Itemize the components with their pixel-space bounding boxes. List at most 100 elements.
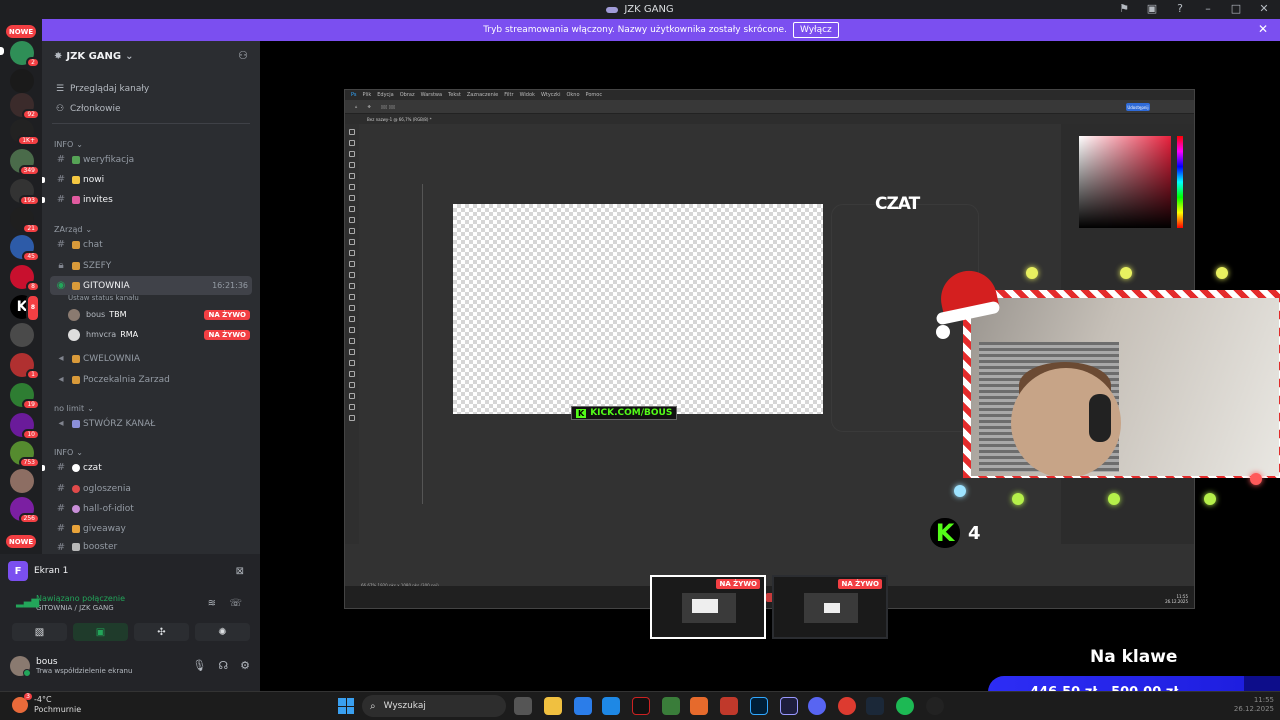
microphone-icon[interactable]: 🎙︎ (192, 659, 206, 672)
ps-menu-item[interactable]: Filtr (504, 92, 513, 98)
activities-button[interactable]: ✣ (134, 623, 189, 641)
tool-icon[interactable] (349, 393, 355, 399)
server-icon[interactable]: 92 (10, 93, 40, 120)
server-icon[interactable]: 19 (10, 383, 40, 410)
channel-poczekalnia[interactable]: ◂ Poczekalnia Zarzad (50, 370, 252, 389)
inbox-icon[interactable]: ▣ (1144, 2, 1160, 15)
tool-icon[interactable] (349, 184, 355, 190)
tool-icon[interactable] (349, 360, 355, 366)
ps-color-picker[interactable] (1079, 136, 1171, 228)
stream-view[interactable]: Ps Plik Edycja Obraz Warstwa Tekst Zazna… (260, 41, 1280, 708)
tool-icon[interactable] (349, 382, 355, 388)
screen-share-button[interactable]: ▣ (73, 623, 128, 641)
tool-icon[interactable] (349, 316, 355, 322)
disconnect-icon[interactable]: ☏ (229, 598, 242, 609)
move-tool-icon[interactable]: ✥ (368, 104, 371, 109)
ps-menu-item[interactable]: Plik (363, 92, 372, 98)
tool-icon[interactable] (349, 294, 355, 300)
tool-icon[interactable] (349, 261, 355, 267)
browse-channels[interactable]: ☰ Przeglądaj kanały (42, 79, 260, 99)
soundboard-button[interactable]: ✺ (195, 623, 250, 641)
category-nolimit[interactable]: no limit ⌄ (44, 396, 94, 416)
store-icon[interactable] (574, 697, 592, 715)
photoshop-icon[interactable] (750, 697, 768, 715)
server-icon[interactable]: 45 (10, 235, 40, 262)
ps-menu-item[interactable]: Wtyczki (541, 92, 561, 98)
tool-icon[interactable] (349, 272, 355, 278)
server-icon[interactable]: 1K+ (10, 119, 40, 146)
minimize-icon[interactable]: – (1200, 2, 1216, 15)
ps-menu-item[interactable]: Tekst (448, 92, 461, 98)
ps-menu-item[interactable]: Zaznaczenie (467, 92, 498, 98)
ps-kick-text-layer[interactable]: K KICK.COM/BOUS (571, 406, 678, 420)
channel-szefy[interactable]: 🔒︎ SZEFY (50, 256, 252, 275)
tool-icon[interactable] (349, 162, 355, 168)
server-icon[interactable] (10, 69, 34, 93)
ps-menu-item[interactable]: Warstwa (421, 92, 442, 98)
category-info[interactable]: INFO ⌄ (44, 132, 83, 152)
app-icon[interactable] (632, 697, 650, 715)
new-badge-bottom[interactable]: NOWE (6, 535, 36, 548)
avatar[interactable] (10, 656, 31, 677)
headphones-icon[interactable]: ☊ (218, 659, 228, 672)
close-window-icon[interactable]: ✕ (1256, 2, 1272, 15)
pin-icon[interactable]: ⚑ (1116, 2, 1132, 15)
app-icon[interactable] (720, 697, 738, 715)
category-zarzad[interactable]: ZArząd ⌄ (44, 217, 92, 237)
channel-booster[interactable]: # booster (50, 540, 252, 554)
search-box[interactable]: ⌕ Wyszukaj (362, 695, 506, 717)
steam-icon[interactable] (866, 697, 884, 715)
voice-user[interactable]: hmvcra RMA NA ŻYWO (68, 326, 252, 343)
channel-gitownia[interactable]: ◉ GITOWNIA 16:21:36 (50, 276, 252, 295)
stop-share-icon[interactable]: ⊠ (236, 566, 244, 577)
tool-icon[interactable] (349, 283, 355, 289)
close-banner-icon[interactable]: ✕ (1258, 22, 1268, 36)
channel-status-hint[interactable]: Ustaw status kanału (68, 294, 139, 302)
screen-share-header[interactable]: F Ekran 1 ⊠ (8, 560, 254, 582)
server-icon[interactable]: 10 (10, 413, 40, 440)
channel-weryfikacja[interactable]: # weryfikacja (50, 150, 252, 169)
user-area[interactable]: bous Trwa współdzielenie ekranu 🎙︎ ☊ ⚙ (10, 652, 250, 680)
tool-icon[interactable] (349, 250, 355, 256)
server-icon[interactable]: 21 (10, 207, 40, 234)
ps-document-tab[interactable]: Bez nazwy-1 @ 66,7% (RGB/8) * (345, 114, 1194, 124)
discord-icon[interactable] (808, 697, 826, 715)
tool-icon[interactable] (349, 140, 355, 146)
help-icon[interactable]: ? (1172, 2, 1188, 15)
chrome-icon[interactable] (838, 697, 856, 715)
tool-icon[interactable] (349, 228, 355, 234)
maximize-icon[interactable]: □ (1228, 2, 1244, 15)
channel-invites[interactable]: # invites (50, 190, 252, 209)
ps-menu-item[interactable]: Pomoc (586, 92, 603, 98)
system-clock[interactable]: 11:55 26.12.2025 (1234, 696, 1274, 714)
ps-menu-item[interactable]: Widok (520, 92, 535, 98)
server-icon[interactable] (10, 469, 34, 493)
tool-icon[interactable] (349, 151, 355, 157)
channel-hall-of-idiot[interactable]: # hall-of-idiot (50, 499, 252, 518)
server-icon[interactable]: 753 (10, 441, 40, 468)
ps-menu-item[interactable]: Okno (566, 92, 579, 98)
server-icon[interactable]: 349 (10, 149, 40, 176)
server-icon[interactable] (10, 323, 34, 347)
tool-icon[interactable] (349, 129, 355, 135)
tool-icon[interactable] (349, 239, 355, 245)
disable-streamer-button[interactable]: Wyłącz (792, 22, 839, 38)
home-icon[interactable]: ⌂ (355, 104, 358, 109)
channel-stworz[interactable]: ◂ STWÓRZ KANAŁ (50, 414, 252, 433)
ps-menu-item[interactable]: Obraz (400, 92, 415, 98)
tool-icon[interactable] (349, 173, 355, 179)
tool-icon[interactable] (349, 415, 355, 421)
guild-header[interactable]: ✸ JZK GANG ⌄ ⚇ (42, 41, 260, 71)
tool-icon[interactable] (349, 217, 355, 223)
server-icon[interactable]: 256 (10, 497, 40, 524)
premiere-icon[interactable] (780, 697, 798, 715)
file-explorer-icon[interactable] (544, 697, 562, 715)
tool-icon[interactable] (349, 371, 355, 377)
tool-icon[interactable] (349, 195, 355, 201)
weather-widget[interactable]: -4°C Pochmurnie (12, 693, 81, 715)
tool-icon[interactable] (349, 305, 355, 311)
server-icon[interactable]: 1 (10, 353, 40, 380)
ps-canvas[interactable] (453, 204, 823, 414)
tool-icon[interactable] (349, 404, 355, 410)
stream-thumbnail[interactable]: NA ŻYWO (650, 575, 766, 639)
